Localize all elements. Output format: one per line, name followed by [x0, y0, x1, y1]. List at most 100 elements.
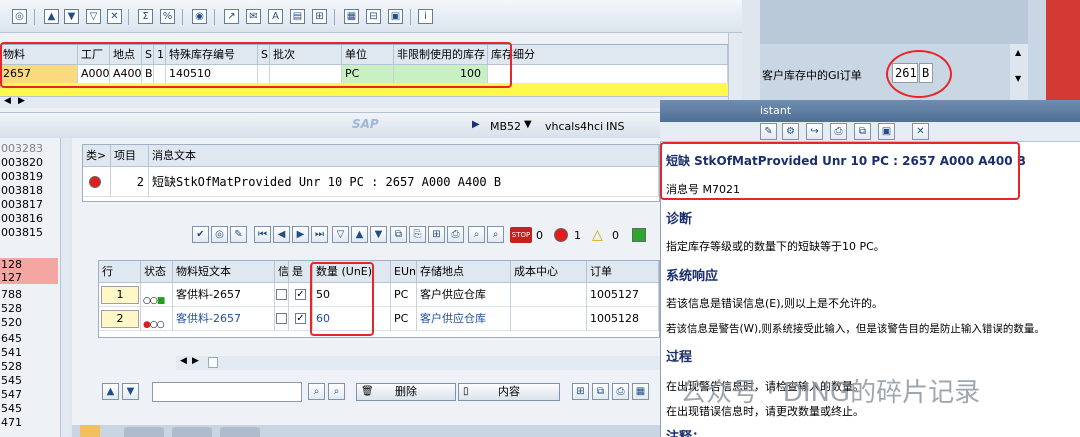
list-item[interactable]: 003283	[0, 142, 58, 155]
first-page-icon[interactable]: ⏮	[254, 226, 271, 243]
list-item[interactable]: 788	[0, 288, 58, 301]
last-page-icon[interactable]: ⏭	[311, 226, 328, 243]
print-preview-icon[interactable]: ◉	[192, 9, 207, 24]
print-icon[interactable]: ⎙	[830, 123, 847, 140]
filter-icon[interactable]: ▽	[332, 226, 349, 243]
find-icon[interactable]: ⌕	[468, 226, 485, 243]
scroll-up-icon[interactable]: ▲	[1015, 48, 1021, 57]
graphic-icon[interactable]: ▤	[290, 9, 305, 24]
info-tree-icon[interactable]: ⊞	[312, 9, 327, 24]
insert-icon[interactable]: ⊞	[428, 226, 445, 243]
scroll-right-icon[interactable]: ▶	[18, 96, 25, 106]
col-material[interactable]: 物料	[0, 45, 78, 65]
change-layout-icon[interactable]: ⊟	[366, 9, 381, 24]
row-select-button[interactable]: 2	[101, 310, 139, 328]
navigate-icon[interactable]: ↪	[806, 123, 823, 140]
save-icon[interactable]: ▣	[878, 123, 895, 140]
col-quantity[interactable]: 数量 (UnE)	[313, 261, 391, 283]
info-checkbox[interactable]	[276, 313, 287, 324]
row-quantity[interactable]: 60	[313, 307, 391, 331]
list-item[interactable]: 003818	[0, 184, 58, 197]
paste-icon[interactable]: ⎘	[409, 226, 426, 243]
deselect-all-icon[interactable]: ▼	[122, 383, 139, 400]
find-icon[interactable]: ⌕	[308, 383, 325, 400]
sort-desc-icon[interactable]: ▼	[64, 9, 79, 24]
list-item[interactable]: 003817	[0, 198, 58, 211]
delete-button[interactable]: 🗑 删除	[356, 383, 456, 401]
close-icon[interactable]: ✕	[912, 123, 929, 140]
print-icon[interactable]: ⎙	[612, 383, 629, 400]
scroll-left-icon[interactable]: ◀	[180, 356, 187, 366]
edit-icon[interactable]: ✎	[760, 123, 777, 140]
col-type[interactable]: 类>	[83, 145, 111, 167]
row-select-button[interactable]: 1	[101, 286, 139, 304]
sort-asc-icon[interactable]: ▲	[351, 226, 368, 243]
col-special-stock-no[interactable]: 特殊库存编号	[166, 45, 258, 65]
col-special[interactable]: S	[142, 45, 154, 65]
tab[interactable]	[172, 427, 212, 437]
row-quantity[interactable]: 50	[313, 283, 391, 307]
list-item[interactable]: 645	[0, 332, 58, 345]
scroll-left-icon[interactable]: ◀	[4, 96, 11, 106]
list-item[interactable]: 003819	[0, 170, 58, 183]
tcode-dropdown-icon[interactable]: ▼	[524, 119, 532, 130]
tech-info-icon[interactable]: ⚙	[782, 123, 799, 140]
gi-order-code[interactable]: B	[919, 63, 933, 83]
copy-icon[interactable]: ⧉	[854, 123, 871, 140]
col-batch[interactable]: 批次	[270, 45, 342, 65]
subtotal-icon[interactable]: %	[160, 9, 175, 24]
tab[interactable]	[124, 427, 164, 437]
sort-desc-icon[interactable]: ▼	[370, 226, 387, 243]
list-item[interactable]: 128	[0, 258, 58, 271]
col-status[interactable]: 状态	[141, 261, 173, 283]
prev-page-icon[interactable]: ◀	[273, 226, 290, 243]
col-info[interactable]: 信	[275, 261, 289, 283]
gi-order-field[interactable]: 261	[892, 63, 918, 83]
export-icon[interactable]: ↗	[224, 9, 239, 24]
list-item[interactable]: 003815	[0, 226, 58, 239]
select-all-icon[interactable]: ▲	[102, 383, 119, 400]
search-input[interactable]	[152, 382, 302, 402]
col-order[interactable]: 订单	[587, 261, 659, 283]
copy-icon[interactable]: ⧉	[592, 383, 609, 400]
col-s2[interactable]: S	[258, 45, 270, 65]
col-unrestricted[interactable]: 非限制使用的库存	[394, 45, 488, 65]
doc-icon[interactable]: ✎	[230, 226, 247, 243]
col-item[interactable]: 项目	[111, 145, 149, 167]
list-item[interactable]: 520	[0, 316, 58, 329]
list-item[interactable]: 528	[0, 360, 58, 373]
cell-material[interactable]: 2657	[0, 65, 78, 83]
col-eun[interactable]: EUn	[391, 261, 417, 283]
col-breakdown[interactable]: 库存细分	[488, 45, 728, 65]
col-sloc[interactable]: 地点	[110, 45, 142, 65]
play-icon[interactable]: ▶	[472, 119, 480, 130]
list-item[interactable]: 471	[0, 416, 58, 429]
col-cost-center[interactable]: 成本中心	[511, 261, 587, 283]
ok-checkbox[interactable]: ✓	[295, 289, 306, 300]
col-plant[interactable]: 工厂	[78, 45, 110, 65]
find-next-icon[interactable]: ⌕	[487, 226, 504, 243]
list-item[interactable]: 545	[0, 402, 58, 415]
check-icon[interactable]: ✔	[192, 226, 209, 243]
abc-icon[interactable]: A	[268, 9, 283, 24]
item-hscroll[interactable]: ◀ ▶	[176, 356, 660, 370]
detail-icon[interactable]: ◎	[211, 226, 228, 243]
col-unit[interactable]: 单位	[342, 45, 394, 65]
list-item[interactable]: 545	[0, 374, 58, 387]
layout-icon[interactable]: ▦	[344, 9, 359, 24]
sort-asc-icon[interactable]: ▲	[44, 9, 59, 24]
next-page-icon[interactable]: ▶	[292, 226, 309, 243]
print-icon[interactable]: ⎙	[447, 226, 464, 243]
expand-icon[interactable]: ⊞	[572, 383, 589, 400]
copy-icon[interactable]: ⧉	[390, 226, 407, 243]
filter-icon[interactable]: ▽	[86, 9, 101, 24]
col-message-text[interactable]: 消息文本	[149, 145, 659, 167]
horizontal-scrollbar[interactable]: ◀ ▶	[0, 96, 728, 108]
sum-icon[interactable]: Σ	[138, 9, 153, 24]
find-next-icon[interactable]: ⌕	[328, 383, 345, 400]
tab-marker[interactable]	[80, 425, 100, 437]
list-item[interactable]: 528	[0, 302, 58, 315]
list-item[interactable]: 541	[0, 346, 58, 359]
list-item[interactable]: 003816	[0, 212, 58, 225]
ok-checkbox[interactable]: ✓	[295, 313, 306, 324]
